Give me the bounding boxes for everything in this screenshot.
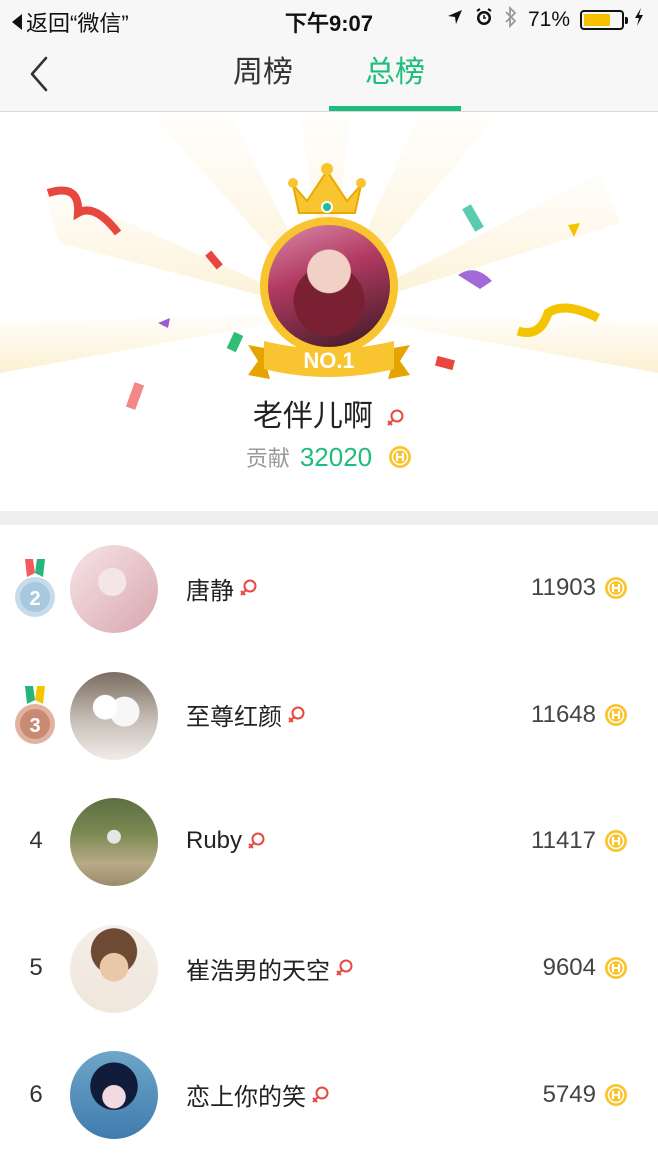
female-gender-icon	[248, 832, 265, 850]
score-row: 11648	[531, 652, 628, 779]
list-item[interactable]: 3 至尊红颜 11648	[0, 652, 658, 779]
top-user-name: 老伴儿啊	[252, 400, 373, 433]
nav-bar: 周榜 总榜	[0, 40, 658, 112]
user-name: 崔浩男的天空	[186, 957, 330, 985]
score-value: 11417	[531, 827, 596, 855]
user-name: 唐静	[186, 577, 234, 605]
list-item[interactable]: 5 崔浩男的天空 9604	[0, 905, 658, 1032]
status-bar: 返回“微信” 下午9:07 71%	[0, 0, 658, 40]
tab-total[interactable]: 总榜	[330, 50, 460, 112]
active-tab-indicator	[329, 106, 461, 111]
coin-icon	[605, 1083, 627, 1106]
rank-number: 5	[29, 954, 43, 982]
coin-icon	[605, 703, 627, 726]
chevron-left-icon	[30, 56, 48, 92]
user-name: 恋上你的笑	[186, 1084, 306, 1112]
score-value: 11648	[531, 700, 596, 728]
user-name-row: Ruby	[186, 778, 266, 905]
ranking-list: 2 唐静 11903 3 至尊红颜 11648 4 Ruby 11417 5 崔…	[0, 525, 658, 1158]
female-gender-icon	[240, 579, 257, 597]
avatar[interactable]	[70, 924, 158, 1013]
female-gender-icon	[312, 1086, 329, 1103]
rank-number: 4	[29, 827, 43, 855]
list-item[interactable]: 4 Ruby 11417	[0, 778, 658, 905]
charging-bolt-icon	[634, 7, 644, 32]
rank-number: 2	[29, 588, 40, 610]
no1-badge-text: NO.1	[303, 348, 354, 373]
user-name-row: 唐静	[186, 525, 258, 652]
user-name: Ruby	[186, 827, 243, 855]
user-name-row: 崔浩男的天空	[186, 905, 354, 1032]
section-divider	[0, 511, 658, 525]
score-value: 5749	[542, 1080, 596, 1108]
crown-icon	[288, 163, 366, 214]
location-icon	[446, 8, 464, 31]
status-indicators: 71%	[446, 5, 644, 33]
top-user-avatar[interactable]	[268, 225, 390, 347]
top-user-contribution: 贡献 32020	[0, 441, 658, 473]
contribution-value: 32020	[299, 441, 373, 472]
score-row: 5749	[543, 1031, 628, 1158]
rank-number: 3	[29, 715, 40, 737]
top-user-name-row: 老伴儿啊	[0, 391, 658, 435]
user-name-row: 至尊红颜	[186, 652, 306, 779]
score-value: 11903	[531, 574, 596, 602]
avatar[interactable]	[70, 1051, 158, 1140]
alarm-icon	[474, 7, 494, 32]
female-gender-icon	[387, 409, 404, 426]
tab-weekly[interactable]: 周榜	[198, 50, 328, 112]
score-value: 9604	[542, 954, 596, 982]
user-name-row: 恋上你的笑	[186, 1031, 330, 1158]
no1-ribbon: NO.1	[248, 341, 410, 379]
rank-number: 6	[29, 1080, 43, 1108]
coin-icon	[605, 830, 627, 853]
user-name: 至尊红颜	[186, 704, 282, 732]
score-row: 11417	[531, 778, 628, 905]
avatar[interactable]	[70, 545, 158, 633]
coin-icon	[605, 957, 627, 980]
coin-icon	[389, 446, 412, 468]
avatar[interactable]	[70, 798, 158, 887]
score-row: 11903	[531, 525, 628, 652]
list-item[interactable]: 2 唐静 11903	[0, 525, 658, 652]
bronze-medal-icon: 3	[15, 685, 55, 744]
list-item[interactable]: 6 恋上你的笑 5749	[0, 1031, 658, 1158]
avatar[interactable]	[70, 671, 158, 760]
score-row: 9604	[543, 905, 628, 1032]
contribution-label: 贡献	[245, 446, 290, 471]
bluetooth-icon	[504, 5, 518, 33]
battery-fill	[584, 13, 610, 26]
female-gender-icon	[336, 959, 353, 976]
back-button[interactable]	[20, 52, 64, 96]
coin-icon	[605, 577, 627, 600]
battery-percent: 71%	[527, 7, 570, 31]
top-rank-hero: NO.1 老伴儿啊 贡献 32020	[0, 113, 658, 511]
battery-icon	[580, 9, 628, 30]
female-gender-icon	[288, 706, 305, 723]
silver-medal-icon: 2	[15, 559, 55, 617]
